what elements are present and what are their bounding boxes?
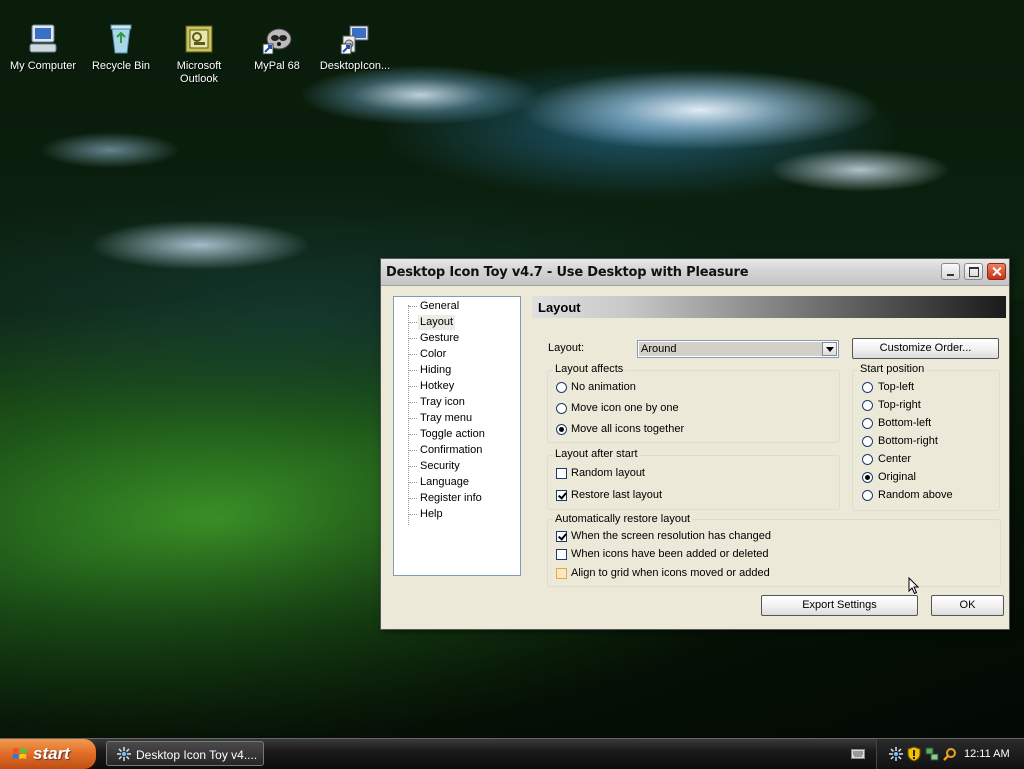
mypal-icon — [260, 22, 294, 56]
desktop-icon-label: My Computer — [9, 60, 77, 72]
tree-item-security[interactable]: Security — [409, 459, 462, 474]
tree-item-gesture[interactable]: Gesture — [408, 331, 461, 346]
installer-icon — [338, 22, 372, 56]
desktop-icon-mypal[interactable]: MyPal 68 — [239, 0, 315, 73]
desktop-icon-toy-tray-icon[interactable] — [889, 747, 903, 761]
tree-item-general[interactable]: General — [408, 299, 461, 314]
radio-label: Top-left — [878, 381, 915, 393]
desktop-icon-label: MyPal 68 — [254, 60, 300, 72]
desktop-icon-outlook[interactable]: Microsoft Outlook — [161, 0, 237, 86]
radio-random-above[interactable] — [862, 490, 873, 501]
checkbox-label: Random layout — [571, 467, 645, 479]
radio-label: Original — [878, 471, 916, 483]
checkbox-resolution-changed[interactable] — [556, 531, 567, 542]
desktop-icon-my-computer[interactable]: My Computer — [5, 0, 81, 73]
radio-move-one-by-one[interactable] — [556, 403, 567, 414]
radio-label: Random above — [878, 489, 953, 501]
windows-flag-icon — [12, 748, 27, 759]
radio-top-left[interactable] — [862, 382, 873, 393]
tree-item-color[interactable]: Color — [408, 347, 448, 362]
window-title: Desktop Icon Toy v4.7 - Use Desktop with… — [386, 265, 749, 280]
section-title: Layout — [538, 300, 581, 315]
checkbox-icons-added-deleted[interactable] — [556, 549, 567, 560]
customize-order-button[interactable]: Customize Order... — [852, 338, 999, 359]
radio-label: Move all icons together — [571, 423, 685, 435]
start-label: start — [33, 744, 70, 763]
chevron-down-icon[interactable] — [822, 342, 837, 356]
my-computer-icon — [26, 22, 60, 56]
radio-center[interactable] — [862, 454, 873, 465]
layout-combobox-value: Around — [639, 342, 822, 356]
layout-after-start-title: Layout after start — [553, 448, 640, 460]
checkbox-label: Restore last layout — [571, 489, 663, 501]
title-bar[interactable]: Desktop Icon Toy v4.7 - Use Desktop with… — [381, 259, 1009, 286]
layout-affects-title: Layout affects — [553, 363, 626, 375]
desktop-icon-label: Recycle Bin — [91, 60, 151, 72]
checkbox-align-to-grid[interactable] — [556, 568, 567, 579]
layout-label: Layout: — [548, 342, 585, 354]
keyboard-icon[interactable] — [851, 748, 865, 760]
recycle-bin-icon — [104, 22, 138, 56]
minimize-button[interactable] — [941, 263, 960, 280]
desktop-icon-label: Microsoft Outlook — [176, 60, 222, 85]
radio-label: Move icon one by one — [571, 402, 679, 414]
clock: 12:11 AM — [964, 748, 1010, 760]
checkbox-label: When the screen resolution has changed — [571, 530, 771, 542]
checkbox-label: When icons have been added or deleted — [571, 548, 769, 560]
start-button[interactable]: start — [0, 739, 96, 769]
network-icon[interactable] — [925, 747, 939, 761]
desktop-icon-toy-icon — [117, 747, 131, 761]
radio-no-animation[interactable] — [556, 382, 567, 393]
section-header: Layout — [532, 296, 1006, 318]
tree-item-hotkey[interactable]: Hotkey — [408, 379, 456, 394]
tree-item-toggle-action[interactable]: Toggle action — [409, 427, 487, 442]
checkbox-label: Align to grid when icons moved or added — [571, 567, 770, 579]
desktop-icon-label: DesktopIcon... — [319, 60, 391, 72]
desktop-icon-desktopicon-installer[interactable]: DesktopIcon... — [317, 0, 393, 73]
outlook-icon — [182, 22, 216, 56]
checkbox-restore-last-layout[interactable] — [556, 490, 567, 501]
tree-item-help[interactable]: Help — [409, 507, 445, 522]
radio-top-right[interactable] — [862, 400, 873, 411]
radio-label: No animation — [571, 381, 636, 393]
radio-bottom-right[interactable] — [862, 436, 873, 447]
tree-item-tray-menu[interactable]: Tray menu — [408, 411, 474, 426]
ok-button[interactable]: OK — [931, 595, 1004, 616]
close-button[interactable] — [987, 263, 1006, 280]
tree-item-register-info[interactable]: Register info — [409, 491, 484, 506]
checkbox-random-layout[interactable] — [556, 468, 567, 479]
auto-restore-title: Automatically restore layout — [553, 513, 693, 525]
security-shield-icon[interactable] — [907, 746, 921, 762]
tree-item-language[interactable]: Language — [409, 475, 471, 490]
layout-combobox[interactable]: Around — [637, 340, 839, 358]
radio-label: Top-right — [878, 399, 921, 411]
radio-label: Bottom-left — [878, 417, 932, 429]
tree-item-tray-icon[interactable]: Tray icon — [409, 395, 467, 410]
radio-move-all-together[interactable] — [556, 424, 567, 435]
radio-label: Bottom-right — [878, 435, 938, 447]
tree-item-hiding[interactable]: Hiding — [408, 363, 453, 378]
settings-tree[interactable]: General Layout Gesture Color Hiding Hotk… — [393, 296, 521, 576]
desktop-icon-recycle-bin[interactable]: Recycle Bin — [83, 0, 159, 73]
radio-original[interactable] — [862, 472, 873, 483]
radio-bottom-left[interactable] — [862, 418, 873, 429]
desktop-icon-toy-window: Desktop Icon Toy v4.7 - Use Desktop with… — [380, 258, 1010, 630]
taskbar-button-desktop-icon-toy[interactable]: Desktop Icon Toy v4.... — [106, 741, 264, 766]
taskbar: start Desktop Icon Toy v4.... 12:11 AM — [0, 738, 1024, 769]
tree-item-layout[interactable]: Layout — [408, 315, 456, 330]
tree-item-confirmation[interactable]: Confirmation — [408, 443, 484, 458]
start-position-title: Start position — [858, 363, 927, 375]
layout-after-start-group — [547, 455, 840, 510]
export-settings-button[interactable]: Export Settings — [761, 595, 918, 616]
radio-label: Center — [878, 453, 912, 465]
search-icon[interactable] — [943, 747, 957, 761]
maximize-button[interactable] — [964, 263, 983, 280]
mouse-cursor-icon — [908, 577, 920, 595]
taskbar-button-label: Desktop Icon Toy v4.... — [136, 748, 258, 762]
